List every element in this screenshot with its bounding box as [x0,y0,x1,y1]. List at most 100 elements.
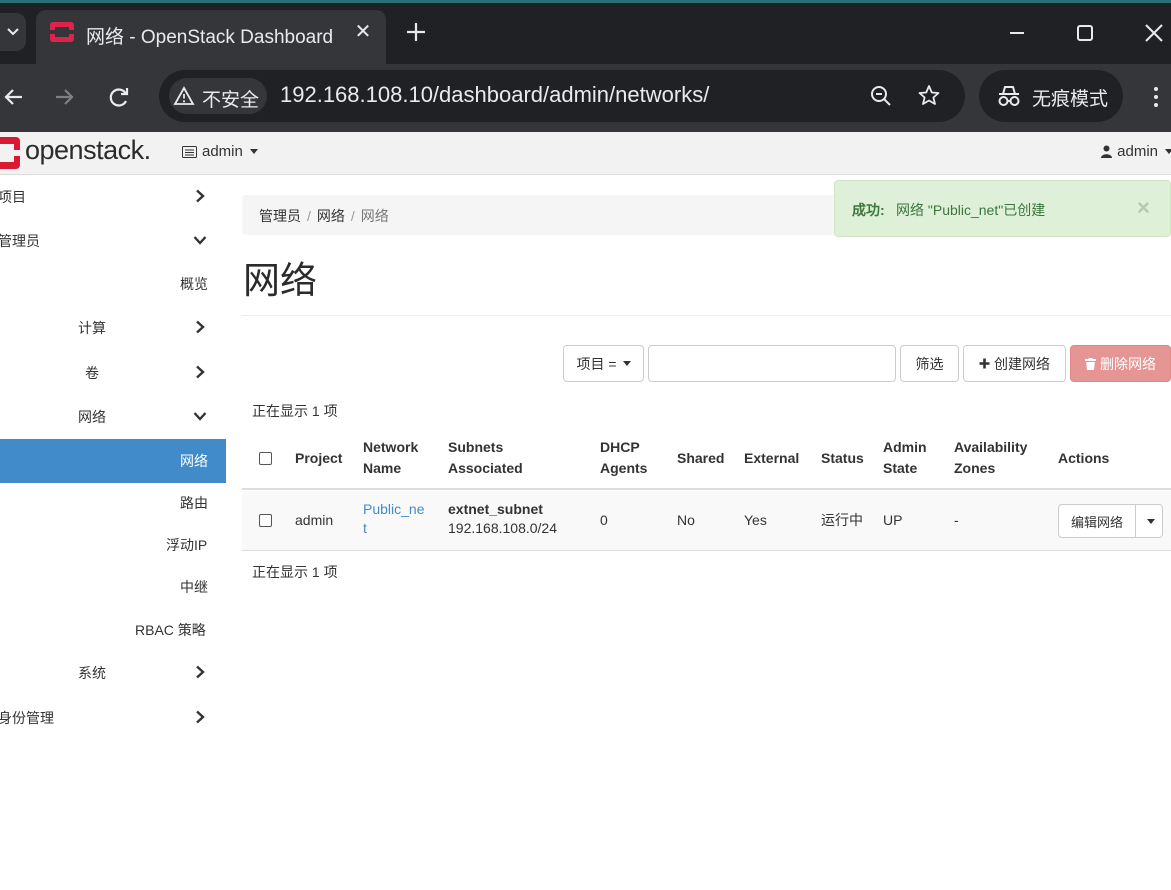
window-accent-line [0,0,1171,3]
delete-networks-label: 删除网络 [1100,355,1156,372]
project-switcher[interactable]: admin [182,143,258,160]
sidebar-item-trunks[interactable]: 中继 [0,565,226,609]
column-header-text: DHCP [600,439,640,455]
table-row: admin Public_ne t extnet_subnet 192.168.… [242,491,1171,551]
title-divider [242,315,1171,316]
sidebar-item-label: RBAC 策略 [135,622,206,638]
sidebar-item-volume[interactable]: 卷 [0,351,226,395]
cell-network-name-link[interactable]: Public_ne t [363,500,425,538]
column-header-shared[interactable]: Shared [677,448,724,469]
sidebar-item-label: 项目 [0,189,26,205]
item-count-bottom: 正在显示 1 项 [252,564,338,580]
sidebar-item-floating-ips[interactable]: 浮动IP [0,523,226,567]
caret-down-icon [249,149,258,154]
chevron-down-icon [7,28,19,36]
openstack-favicon-icon [50,22,74,42]
sidebar-item-identity[interactable]: 身份管理 [0,696,226,740]
warning-icon [173,86,195,105]
sidebar-item-compute[interactable]: 计算 [0,306,226,350]
select-all-checkbox[interactable] [259,452,272,465]
url-text[interactable]: 192.168.108.10/dashboard/admin/networks/ [280,82,709,108]
tab-search-button[interactable] [0,13,26,51]
breadcrumb-current: 网络 [360,208,389,224]
site-info-chip[interactable]: 不安全 [169,78,267,114]
column-header-text: Zones [954,460,996,476]
sidebar-item-network-group[interactable]: 网络 [0,395,226,439]
column-header-network-name[interactable]: Network Name [363,437,418,479]
sidebar-item-admin[interactable]: 管理员 [0,219,226,263]
sidebar: 项目 管理员 概览 计算 卷 网络 网络 路由 浮动IP 中继 RBAC 策略 … [0,175,226,890]
sidebar-item-routers[interactable]: 路由 [0,481,226,525]
success-alert: 成功: 网络 "Public_net"已创建 × [834,180,1171,237]
tab-title: 网络 - OpenStack Dashboard [86,27,334,48]
close-window-icon[interactable] [1139,18,1169,48]
browser-menu-icon[interactable] [1142,82,1171,112]
column-header-project[interactable]: Project [295,448,342,469]
incognito-icon [998,86,1020,106]
row-actions-dropdown[interactable] [1137,505,1163,537]
column-header-external[interactable]: External [744,448,799,469]
filter-field-dropdown[interactable]: 项目 = [563,345,644,382]
edit-network-button[interactable]: 编辑网络 [1059,505,1136,537]
sidebar-item-system[interactable]: 系统 [0,651,226,695]
column-header-subnets[interactable]: Subnets Associated [448,437,523,479]
breadcrumb-item[interactable]: 网络 [317,208,345,224]
table-header: Project Network Name Subnets Associated … [242,427,1171,490]
sidebar-item-label: 管理员 [0,233,40,249]
network-name-text: t [363,520,367,536]
filter-button[interactable]: 筛选 [900,345,959,382]
chevron-right-icon [196,189,205,203]
alert-close-icon[interactable]: × [1137,195,1150,221]
sidebar-item-label: 网络 [180,453,208,469]
cell-subnets: extnet_subnet 192.168.108.0/24 [448,500,557,538]
minimize-icon[interactable] [1002,18,1032,48]
subnet-name: extnet_subnet [448,501,543,517]
cell-project: admin [295,512,334,528]
cell-dhcp-agents: 0 [600,512,608,528]
filter-input[interactable] [648,345,896,382]
bookmark-star-icon[interactable] [915,82,943,110]
column-header-text: Availability [954,439,1028,455]
column-header-actions: Actions [1058,450,1110,466]
create-network-button[interactable]: 创建网络 [963,345,1066,382]
insecure-label: 不安全 [202,90,260,111]
column-header-text: Agents [600,460,648,476]
trash-icon [1085,357,1096,370]
column-header-admin-state[interactable]: Admin State [883,437,927,479]
chevron-right-icon [196,665,205,679]
openstack-logo-text[interactable]: openstack. [25,135,151,166]
user-menu[interactable]: admin [1101,143,1171,160]
breadcrumb-item[interactable]: 管理员 [259,208,301,224]
breadcrumb-separator: / [307,208,311,224]
browser-tab-active[interactable]: 网络 - OpenStack Dashboard ✕ [36,10,386,64]
zoom-icon[interactable] [867,82,895,110]
sidebar-item-networks[interactable]: 网络 [0,439,226,483]
forward-arrow-icon[interactable] [50,82,80,112]
column-header-text: State [883,460,918,476]
reload-icon[interactable] [104,82,134,112]
delete-networks-button[interactable]: 删除网络 [1070,345,1171,382]
new-tab-icon[interactable] [402,18,430,46]
column-header-text: Associated [448,460,523,476]
openstack-logo-icon[interactable] [0,137,20,169]
address-bar[interactable]: 不安全 192.168.108.10/dashboard/admin/netwo… [159,70,965,122]
plus-icon [979,358,990,369]
sidebar-item-overview[interactable]: 概览 [0,262,226,306]
maximize-icon[interactable] [1070,18,1100,48]
chevron-right-icon [196,365,205,379]
browser-tab-strip: 网络 - OpenStack Dashboard ✕ [0,0,1171,64]
column-header-text: Network [363,439,419,455]
tab-close-icon[interactable]: ✕ [350,19,376,45]
filter-field-label: 项目 = [576,355,617,372]
column-header-text: Subnets [448,439,504,455]
column-header-dhcp-agents[interactable]: DHCP Agents [600,437,647,479]
column-header-status[interactable]: Status [821,448,864,469]
chevron-down-icon [193,412,207,421]
item-count-top: 正在显示 1 项 [252,403,338,419]
column-header-availability-zones[interactable]: Availability Zones [954,437,1027,479]
sidebar-item-rbac-policies[interactable]: RBAC 策略 [0,608,226,652]
sidebar-item-project[interactable]: 项目 [0,175,226,219]
incognito-indicator[interactable]: 无痕模式 [979,70,1123,122]
back-arrow-icon[interactable] [0,82,30,112]
row-checkbox[interactable] [259,514,272,527]
